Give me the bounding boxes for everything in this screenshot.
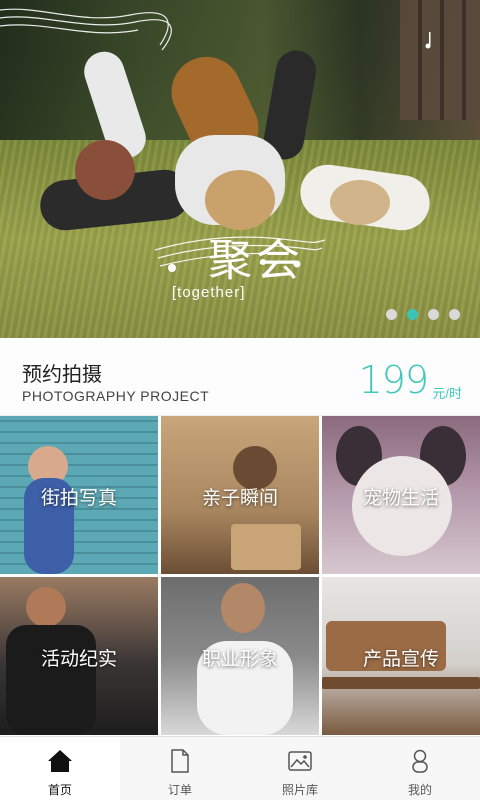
promo-price-unit: 元/时: [432, 386, 462, 401]
bottom-nav: 首页 订单 照片库 我的: [0, 736, 480, 800]
carousel-dot[interactable]: [386, 309, 397, 320]
user-icon: [412, 749, 428, 773]
promo-subtitle: PHOTOGRAPHY PROJECT: [22, 388, 210, 404]
document-icon: [171, 749, 189, 773]
carousel-dot[interactable]: [449, 309, 460, 320]
home-icon: [48, 750, 72, 772]
banner-logo: 聚会 [together]: [150, 222, 330, 312]
category-label: 街拍写真: [40, 488, 117, 509]
category-grid: 街拍写真 亲子瞬间 宠物生活 活动纪实 职业形象 产品宣传: [0, 416, 480, 736]
category-tile-family[interactable]: 亲子瞬间: [161, 416, 319, 574]
category-label: 宠物生活: [362, 488, 439, 509]
category-label: 亲子瞬间: [201, 488, 278, 509]
promo-price: 199: [358, 358, 429, 402]
category-tile-product[interactable]: 产品宣传: [322, 577, 480, 735]
nav-item-orders[interactable]: 订单: [120, 737, 240, 800]
category-label: 职业形象: [201, 649, 278, 670]
booking-promo-row[interactable]: 预约拍摄 PHOTOGRAPHY PROJECT 199 元/时: [0, 338, 480, 416]
category-tile-street[interactable]: 街拍写真: [0, 416, 158, 574]
banner-logo-chinese: 聚会: [208, 235, 304, 286]
category-tile-pet[interactable]: 宠物生活: [322, 416, 480, 574]
nav-label: 照片库: [281, 783, 318, 797]
nav-item-home[interactable]: 首页: [0, 737, 120, 800]
nav-item-gallery[interactable]: 照片库: [240, 737, 360, 800]
carousel-dot[interactable]: [428, 309, 439, 320]
image-icon: [288, 751, 312, 771]
category-label: 产品宣传: [362, 649, 439, 670]
tile-photo-table: [322, 677, 480, 689]
category-label: 活动纪实: [40, 649, 117, 670]
nav-label: 我的: [407, 783, 432, 797]
nav-item-profile[interactable]: 我的: [360, 737, 480, 800]
carousel-indicator: [386, 309, 460, 320]
category-tile-event[interactable]: 活动纪实: [0, 577, 158, 735]
tile-photo-figure: [221, 583, 265, 633]
tile-photo-box: [231, 524, 301, 570]
nav-label: 首页: [47, 783, 72, 797]
promo-title: 预约拍摄: [22, 364, 102, 386]
banner-logo-english: [together]: [172, 284, 246, 301]
tile-photo-figure: [6, 625, 96, 735]
category-tile-professional[interactable]: 职业形象: [161, 577, 319, 735]
nav-label: 订单: [167, 783, 192, 797]
carousel-dot-active[interactable]: [407, 309, 418, 320]
banner-carousel[interactable]: 聚会 [together]: [0, 0, 480, 338]
tile-photo-figure: [26, 587, 66, 627]
